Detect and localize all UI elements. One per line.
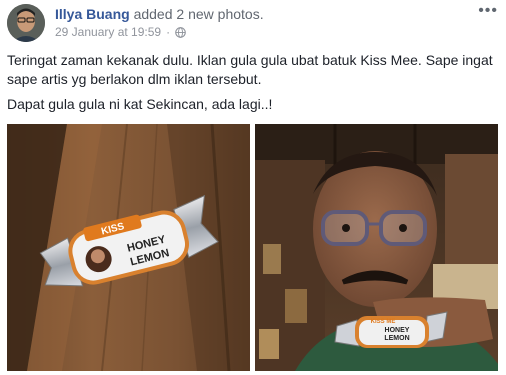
candy-flavor-2b: LEMON xyxy=(384,335,409,342)
post-meta: 29 January at 19:59 · xyxy=(55,25,186,39)
author-avatar[interactable] xyxy=(7,4,45,42)
photo-2[interactable]: KISS ME HONEY LEMON xyxy=(255,124,498,371)
candy-brand-2: KISS ME xyxy=(371,319,396,325)
post-text-line-2: Dapat gula gula ni kat Sekincan, ada lag… xyxy=(7,96,273,112)
post-action: added 2 new photos. xyxy=(134,6,264,22)
author-name[interactable]: Illya Buang xyxy=(55,6,130,22)
meta-separator: · xyxy=(166,25,171,39)
post-header: Illya Buang added 2 new photos. 29 Janua… xyxy=(0,0,506,44)
globe-icon[interactable] xyxy=(175,26,186,38)
photo-2-image: KISS ME HONEY LEMON xyxy=(255,124,498,371)
photos-link[interactable]: 2 new photos xyxy=(176,6,259,22)
post-author-line: Illya Buang added 2 new photos. xyxy=(55,6,264,22)
post-text-line-1: Teringat zaman kekanak dulu. Iklan gula … xyxy=(7,52,493,87)
action-prefix: added xyxy=(133,6,177,22)
avatar-image xyxy=(7,4,45,42)
candy-flavor-2a: HONEY xyxy=(385,327,410,334)
action-suffix: . xyxy=(259,6,264,22)
post-timestamp[interactable]: 29 January at 19:59 xyxy=(55,25,161,39)
photo-1[interactable]: KISS HONEY LEMON xyxy=(7,124,250,371)
photo-1-image: KISS HONEY LEMON xyxy=(7,124,250,371)
more-options-icon[interactable]: ••• xyxy=(478,3,498,19)
